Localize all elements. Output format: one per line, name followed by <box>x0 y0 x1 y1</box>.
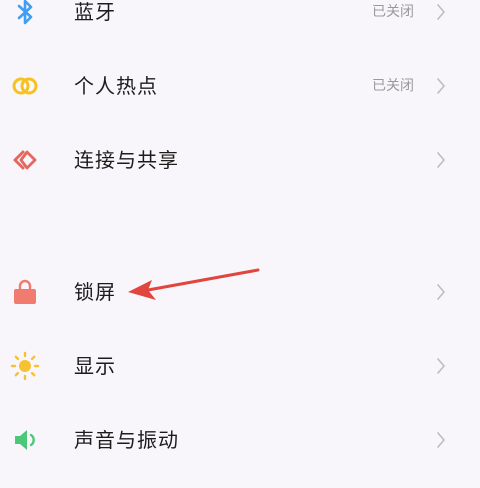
status-text: 已关闭 <box>372 4 414 20</box>
settings-item-lock-screen[interactable]: 锁屏 <box>0 262 480 322</box>
chevron-right-icon <box>436 284 446 300</box>
settings-item-label: 锁屏 <box>74 280 116 304</box>
hotspot-icon <box>10 71 40 101</box>
settings-item-hotspot[interactable]: 个人热点 已关闭 <box>0 56 480 116</box>
settings-item-label: 显示 <box>74 354 116 378</box>
speaker-icon <box>10 425 40 455</box>
settings-item-label: 蓝牙 <box>74 0 116 24</box>
settings-item-label: 个人热点 <box>74 74 158 98</box>
bluetooth-icon <box>10 0 40 27</box>
settings-item-display[interactable]: 显示 <box>0 336 480 396</box>
chevron-right-icon <box>436 358 446 374</box>
lock-icon <box>10 277 40 307</box>
settings-item-label: 连接与共享 <box>74 148 179 172</box>
connection-share-icon <box>10 145 40 175</box>
chevron-right-icon <box>436 4 446 20</box>
status-text: 已关闭 <box>372 78 414 94</box>
chevron-right-icon <box>436 152 446 168</box>
settings-item-label: 声音与振动 <box>74 428 179 452</box>
sun-icon <box>10 351 40 381</box>
chevron-right-icon <box>436 78 446 94</box>
settings-item-bluetooth[interactable]: 蓝牙 已关闭 <box>0 0 480 42</box>
chevron-right-icon <box>436 432 446 448</box>
settings-item-sound-vibration[interactable]: 声音与振动 <box>0 410 480 470</box>
settings-item-connection-share[interactable]: 连接与共享 <box>0 130 480 190</box>
